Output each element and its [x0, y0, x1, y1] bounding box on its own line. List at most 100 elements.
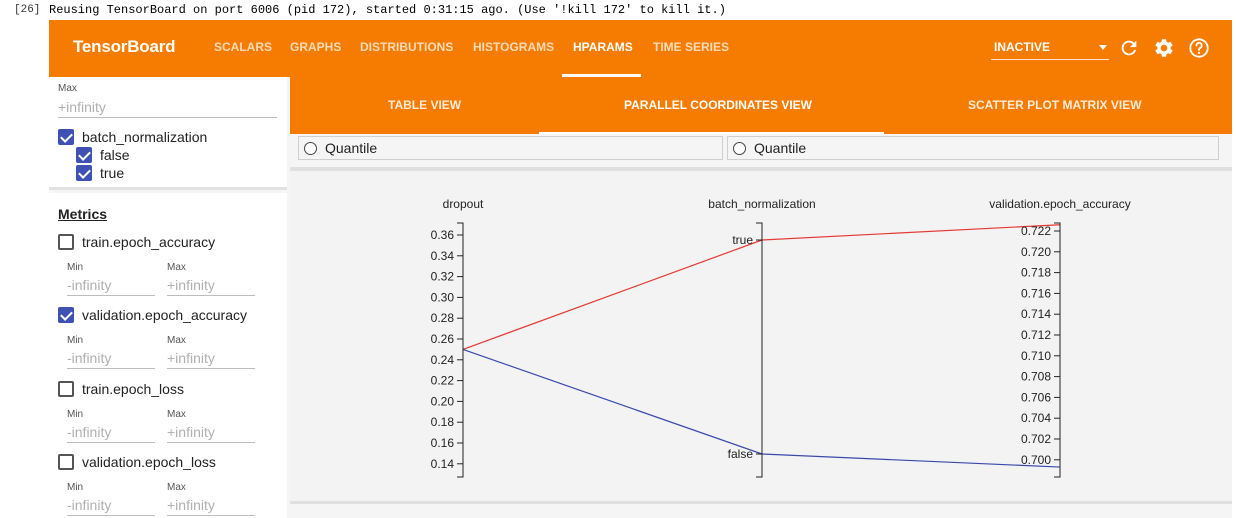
help-icon[interactable]: [1188, 37, 1210, 59]
batch-norm-true-checkbox[interactable]: [76, 165, 92, 181]
tab-scalars[interactable]: SCALARS: [214, 40, 272, 54]
tick-label: 0.712: [1021, 328, 1051, 342]
min-field[interactable]: -infinity: [67, 274, 155, 296]
tab-table-view[interactable]: TABLE VIEW: [388, 98, 461, 112]
tick-label: false: [728, 447, 754, 461]
tab-scatter-plot-matrix-view[interactable]: SCATTER PLOT MATRIX VIEW: [968, 98, 1142, 112]
validation-epoch-accuracy-label: validation.epoch_accuracy: [82, 307, 247, 323]
tick-label: 0.24: [431, 353, 455, 367]
train-epoch-loss-label: train.epoch_loss: [82, 381, 184, 397]
max-label: Max: [167, 409, 186, 420]
view-tabs-bar: TABLE VIEW PARALLEL COORDINATES VIEW SCA…: [290, 77, 1232, 134]
hparam-filter-panel: Max +infinity batch_normalization false …: [49, 77, 287, 190]
notebook-output: [26] Reusing TensorBoard on port 6006 (p…: [0, 0, 1236, 20]
tick-label: 0.710: [1021, 349, 1051, 363]
tensorboard-logo: TensorBoard: [73, 37, 176, 56]
max-field[interactable]: +infinity: [167, 494, 255, 516]
tick-label: 0.704: [1021, 411, 1051, 425]
tick-label: 0.18: [431, 415, 455, 429]
batch-normalization-label: batch_normalization: [82, 129, 208, 145]
cell-prompt: [26]: [14, 4, 41, 16]
hparams-sidebar: Max +infinity batch_normalization false …: [49, 77, 287, 518]
max-label: Max: [167, 262, 186, 273]
inactive-select-value: INACTIVE: [994, 40, 1051, 54]
tab-parallel-coordinates-view[interactable]: PARALLEL COORDINATES VIEW: [624, 98, 812, 112]
tick-label: true: [732, 233, 753, 247]
tick-label: 0.16: [431, 436, 455, 450]
quantile-option-left[interactable]: Quantile: [298, 136, 723, 160]
min-label: Min: [67, 409, 84, 420]
batch-normalization-checkbox[interactable]: [58, 129, 74, 145]
axis-line-dropout: [457, 222, 464, 478]
tick-label: 0.706: [1021, 390, 1051, 404]
max-field[interactable]: +infinity: [58, 96, 277, 118]
metrics-panel: Metrics train.epoch_accuracy Min Max -in…: [49, 193, 287, 518]
tick-label: 0.714: [1021, 307, 1051, 321]
tensorboard-frame: TensorBoard SCALARS GRAPHS DISTRIBUTIONS…: [49, 20, 1232, 518]
quantile-label: Quantile: [325, 140, 378, 156]
tick-label: 0.26: [431, 332, 455, 346]
train-epoch-accuracy-label: train.epoch_accuracy: [82, 234, 216, 250]
scale-options-row: Quantile Quantile: [290, 134, 1232, 167]
min-field[interactable]: -infinity: [67, 347, 155, 369]
tab-distributions[interactable]: DISTRIBUTIONS: [360, 40, 453, 54]
batch-norm-false-label: false: [100, 147, 130, 163]
tick-label: 0.20: [431, 394, 455, 408]
tick-label: 0.722: [1021, 224, 1051, 238]
tick-label: 0.34: [431, 249, 455, 263]
train-epoch-accuracy-checkbox[interactable]: [58, 234, 74, 250]
batch-norm-false-checkbox[interactable]: [76, 147, 92, 163]
tick-label: 0.716: [1021, 286, 1051, 300]
refresh-icon[interactable]: [1118, 37, 1140, 59]
axis-line-batch-normalization: [756, 222, 763, 478]
min-label: Min: [67, 262, 84, 273]
gear-icon[interactable]: [1153, 37, 1175, 59]
tab-time-series[interactable]: TIME SERIES: [653, 40, 729, 54]
train-epoch-loss-checkbox[interactable]: [58, 381, 74, 397]
parallel-coordinates-plot[interactable]: dropout 0.36 0.34 0.32 0.30 0.28 0.26 0.24 0.22 0…: [290, 171, 1232, 501]
max-label: Max: [167, 482, 186, 493]
tick-label: 0.700: [1021, 453, 1051, 467]
tick-label: 0.708: [1021, 370, 1051, 384]
tab-graphs[interactable]: GRAPHS: [290, 40, 341, 54]
min-label: Min: [67, 482, 84, 493]
tick-label: 0.36: [431, 228, 455, 242]
inactive-plugins-select[interactable]: INACTIVE: [991, 38, 1109, 60]
metrics-title: Metrics: [58, 206, 108, 222]
panel-bottom-strip: [290, 504, 1232, 518]
tick-label: 0.720: [1021, 245, 1051, 259]
tick-label: 0.718: [1021, 266, 1051, 280]
tick-label: 0.32: [431, 270, 455, 284]
quantile-label: Quantile: [754, 140, 807, 156]
chevron-down-icon: [1099, 45, 1107, 50]
tick-label: 0.30: [431, 290, 455, 304]
tick-label: 0.14: [431, 457, 455, 471]
axis-title-validation-epoch-accuracy: validation.epoch_accuracy: [989, 197, 1130, 211]
radio-button[interactable]: [304, 142, 317, 155]
validation-epoch-accuracy-checkbox[interactable]: [58, 307, 74, 323]
quantile-option-right[interactable]: Quantile: [727, 136, 1219, 160]
hparams-main: TABLE VIEW PARALLEL COORDINATES VIEW SCA…: [290, 77, 1232, 518]
max-field[interactable]: +infinity: [167, 347, 255, 369]
validation-epoch-loss-label: validation.epoch_loss: [82, 454, 216, 470]
tab-histograms[interactable]: HISTOGRAMS: [473, 40, 554, 54]
axis-title-dropout: dropout: [443, 197, 484, 211]
axis-title-batch-normalization: batch_normalization: [708, 197, 815, 211]
parallel-coordinates-panel: dropout 0.36 0.34 0.32 0.30 0.28 0.26 0.24 0.22 0…: [290, 171, 1232, 501]
radio-button[interactable]: [733, 142, 746, 155]
tick-label: 0.22: [431, 374, 455, 388]
tick-label: 0.28: [431, 311, 455, 325]
min-field[interactable]: -infinity: [67, 421, 155, 443]
max-label: Max: [167, 335, 186, 346]
top-navbar: TensorBoard SCALARS GRAPHS DISTRIBUTIONS…: [49, 20, 1232, 77]
tab-hparams[interactable]: HPARAMS: [573, 40, 633, 54]
validation-epoch-loss-checkbox[interactable]: [58, 454, 74, 470]
min-field[interactable]: -infinity: [67, 494, 155, 516]
max-field[interactable]: +infinity: [167, 421, 255, 443]
max-label: Max: [58, 83, 77, 94]
tick-label: 0.702: [1021, 432, 1051, 446]
batch-norm-true-label: true: [100, 165, 125, 181]
reuse-message: Reusing TensorBoard on port 6006 (pid 17…: [49, 3, 726, 17]
max-field[interactable]: +infinity: [167, 274, 255, 296]
min-label: Min: [67, 335, 84, 346]
